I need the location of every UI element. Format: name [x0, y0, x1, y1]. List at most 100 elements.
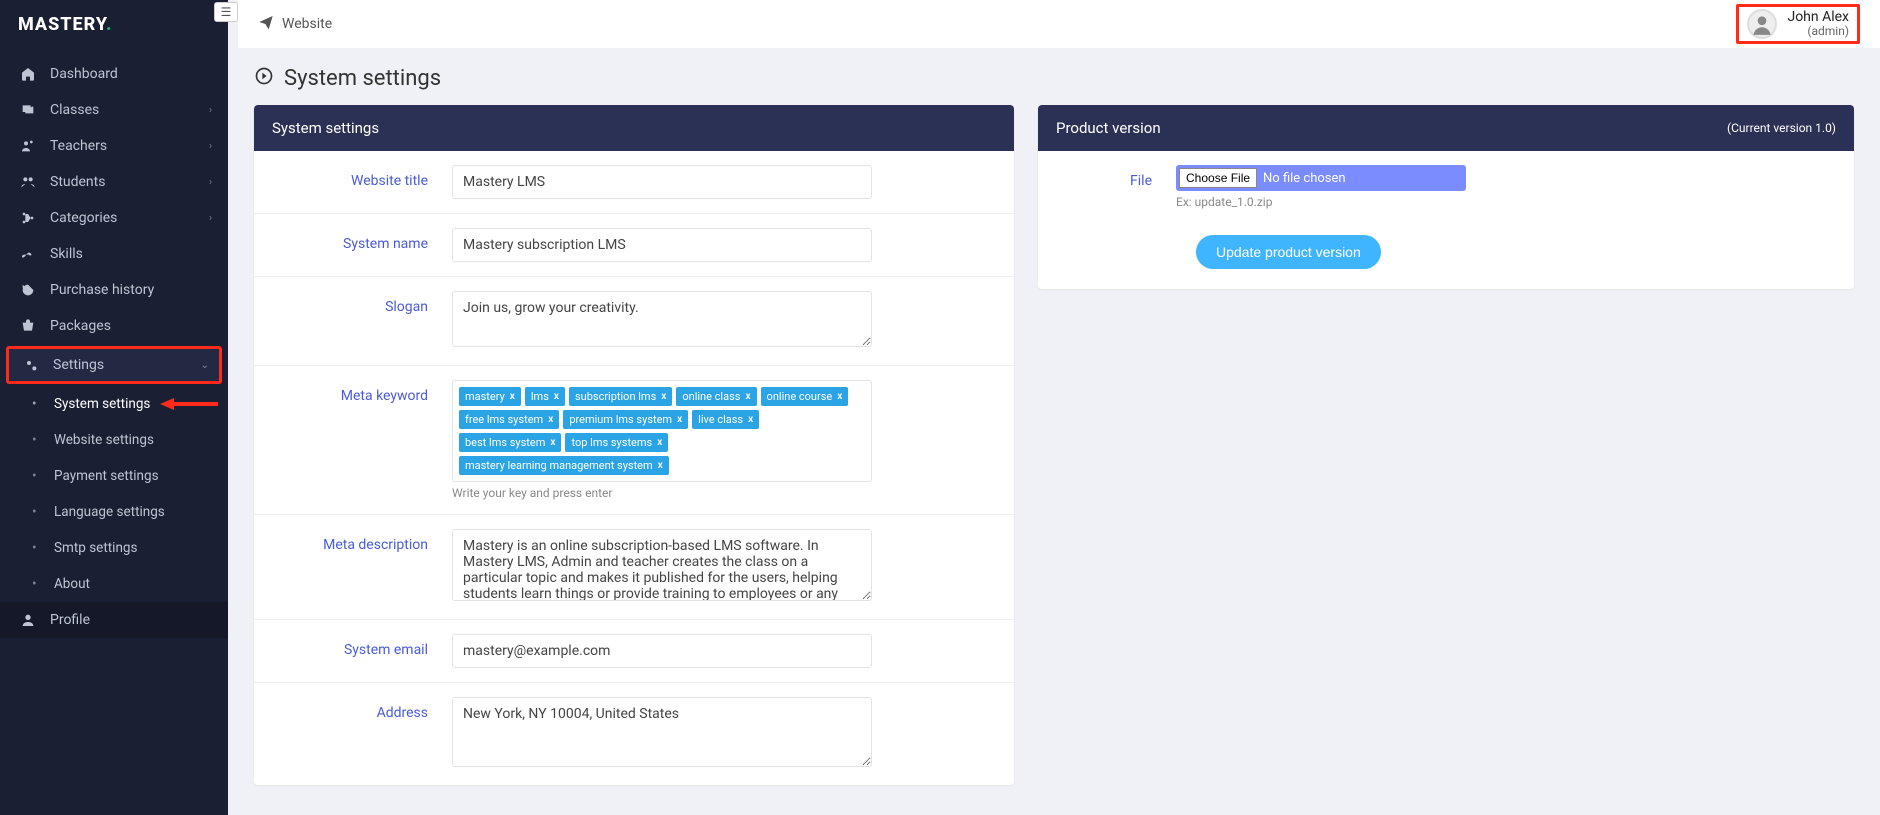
tag-remove-icon[interactable]: x [554, 391, 559, 402]
input-system-name[interactable] [452, 228, 872, 262]
nav-settings[interactable]: Settings ⌄ [9, 349, 219, 381]
annotation-arrow-icon [160, 386, 220, 422]
input-slogan[interactable]: Join us, grow your creativity. [452, 291, 872, 347]
input-system-email[interactable] [452, 634, 872, 668]
sub-payment-settings[interactable]: •Payment settings [0, 458, 228, 494]
input-website-title[interactable] [452, 165, 872, 199]
tag-text: top lms systems [571, 436, 652, 449]
chevron-right-icon: › [209, 105, 212, 116]
file-input-wrap[interactable]: Choose File No file chosen [1176, 165, 1466, 191]
label-meta-description: Meta description [272, 529, 452, 553]
meta-keyword-tag: top lms systems x [565, 433, 668, 452]
sub-system-settings[interactable]: • System settings [0, 386, 228, 422]
nav-dashboard[interactable]: Dashboard [0, 56, 228, 92]
user-role: (admin) [1787, 25, 1849, 38]
tag-remove-icon[interactable]: x [677, 414, 682, 425]
sub-label: System settings [54, 396, 150, 412]
hamburger-toggle-icon[interactable]: ☰ [214, 2, 238, 22]
tag-remove-icon[interactable]: x [837, 391, 842, 402]
sub-label: Smtp settings [54, 540, 137, 556]
brand-name: MASTERY [18, 14, 106, 35]
sub-label: Website settings [54, 432, 154, 448]
sub-language-settings[interactable]: •Language settings [0, 494, 228, 530]
label-file: File [1056, 165, 1176, 189]
tag-text: best lms system [465, 436, 545, 449]
nav-students[interactable]: Students › [0, 164, 228, 200]
nav-label: Profile [50, 612, 90, 628]
label-slogan: Slogan [272, 291, 452, 315]
label-website-title: Website title [272, 165, 452, 189]
avatar [1747, 9, 1777, 39]
page-title-text: System settings [284, 66, 441, 91]
nav-list: Dashboard Classes › Teachers › Students … [0, 48, 228, 638]
chevron-down-icon: ⌄ [201, 360, 209, 371]
nav-label: Students [50, 174, 105, 190]
no-file-chosen-text: No file chosen [1263, 171, 1346, 186]
meta-keyword-tag: online course x [761, 387, 849, 406]
settings-submenu: • System settings •Website settings •Pay… [0, 386, 228, 602]
page-title: System settings [228, 48, 1880, 105]
tag-text: online class [682, 390, 740, 403]
meta-keyword-tagbox[interactable]: masteryxlmsxsubscription lmsxonline clas… [452, 380, 872, 482]
tag-remove-icon[interactable]: x [745, 391, 750, 402]
nav-packages[interactable]: Packages [0, 308, 228, 344]
tag-remove-icon[interactable]: x [657, 437, 662, 448]
nav-classes[interactable]: Classes › [0, 92, 228, 128]
sub-about[interactable]: • About [0, 566, 228, 602]
nav-label: Classes [50, 102, 99, 118]
main-area: Website John Alex (admin) System setting… [228, 0, 1880, 815]
nav-skills[interactable]: Skills [0, 236, 228, 272]
card-header-title: System settings [272, 119, 379, 137]
user-info: John Alex (admin) [1787, 10, 1849, 39]
topbar: Website John Alex (admin) [238, 0, 1880, 48]
sub-smtp-settings[interactable]: • Smtp settings [0, 530, 228, 566]
nav-label: Skills [50, 246, 83, 262]
choose-file-button[interactable]: Choose File [1179, 168, 1257, 188]
classes-icon [16, 102, 40, 118]
meta-keyword-tag: masteryx [459, 387, 521, 406]
chevron-right-icon: › [209, 141, 212, 152]
nav-label: Settings [53, 357, 104, 373]
paper-plane-icon [258, 14, 274, 34]
brand-dot: . [106, 14, 112, 35]
tag-remove-icon[interactable]: x [510, 391, 515, 402]
meta-keyword-tag: mastery learning management systemx [459, 456, 669, 475]
label-system-name: System name [272, 228, 452, 252]
highlight-settings: Settings ⌄ [6, 346, 222, 384]
categories-icon [16, 210, 40, 226]
user-menu[interactable]: John Alex (admin) [1736, 4, 1860, 44]
nav-label: Teachers [50, 138, 107, 154]
bullet-icon: • [32, 540, 40, 556]
tag-remove-icon[interactable]: x [658, 460, 663, 471]
nav-teachers[interactable]: Teachers › [0, 128, 228, 164]
sub-label: Payment settings [54, 468, 159, 484]
tag-remove-icon[interactable]: x [661, 391, 666, 402]
label-address: Address [272, 697, 452, 721]
update-product-version-button[interactable]: Update product version [1196, 235, 1381, 269]
product-version-card: Product version (Current version 1.0) Fi… [1038, 105, 1854, 289]
label-system-email: System email [272, 634, 452, 658]
sub-label: Language settings [54, 504, 165, 520]
nav-categories[interactable]: Categories › [0, 200, 228, 236]
sub-label: About [54, 576, 90, 592]
chevron-right-icon: › [209, 177, 212, 188]
meta-keyword-tag: free lms systemx [459, 410, 559, 429]
sidebar: ☰ MASTERY. Dashboard Classes › Teachers … [0, 0, 228, 815]
bullet-icon: • [32, 576, 40, 592]
website-link[interactable]: Website [258, 14, 332, 34]
nav-purchase-history[interactable]: Purchase history [0, 272, 228, 308]
tag-remove-icon[interactable]: x [748, 414, 753, 425]
input-address[interactable]: New York, NY 10004, United States [452, 697, 872, 767]
bullet-icon: • [32, 432, 40, 448]
nav-label: Dashboard [50, 66, 118, 82]
sub-website-settings[interactable]: • Website settings [0, 422, 228, 458]
meta-keyword-tag: live classx [692, 410, 759, 429]
tag-remove-icon[interactable]: x [550, 437, 555, 448]
nav-profile[interactable]: Profile [0, 602, 228, 638]
input-meta-description[interactable]: Mastery is an online subscription-based … [452, 529, 872, 601]
tag-text: online course [767, 390, 833, 403]
meta-keyword-tag: best lms system x [459, 433, 561, 452]
tag-remove-icon[interactable]: x [548, 414, 553, 425]
students-icon [16, 174, 40, 190]
gear-icon [19, 357, 43, 373]
